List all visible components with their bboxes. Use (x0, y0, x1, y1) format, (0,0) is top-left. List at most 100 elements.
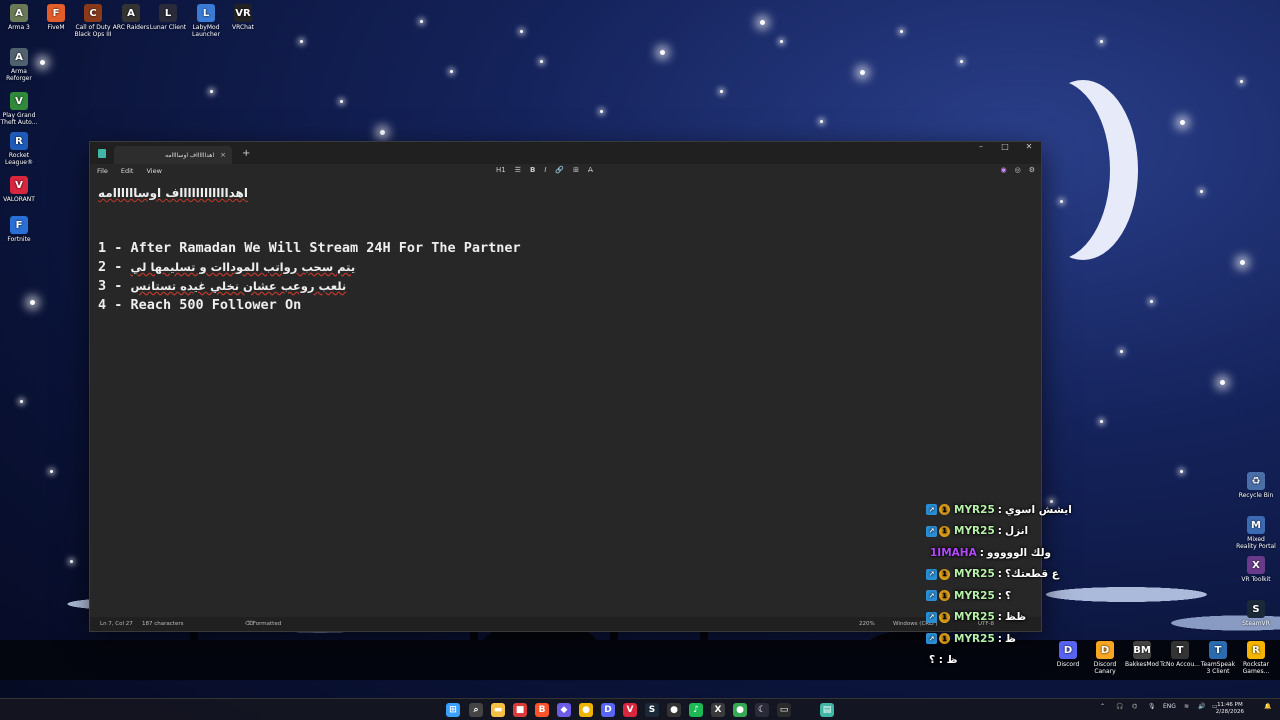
steam-icon[interactable]: S (645, 703, 659, 717)
close-button[interactable]: ✕ (1017, 142, 1041, 156)
chrome-icon[interactable]: ● (579, 703, 593, 717)
mosque-dome (200, 645, 270, 680)
document-tab[interactable]: اهدااااااف اوساااامه × (114, 146, 232, 164)
desktop-shortcut[interactable]: A Arma Reforger (0, 48, 39, 82)
desktop-shortcut[interactable]: R Rockstar Games... (1236, 641, 1276, 675)
star-decoration (720, 90, 723, 93)
desktop-shortcut[interactable]: M Mixed Reality Portal (1236, 516, 1276, 550)
chat-message: ظ : ؟ (926, 650, 1076, 672)
desktop-shortcut[interactable]: F Fortnite (0, 216, 39, 243)
desktop-shortcut[interactable]: BM BakkesMod (1122, 641, 1162, 668)
new-tab-button[interactable]: + (242, 148, 250, 159)
lunar-client-icon: L (159, 4, 177, 22)
tray-chevron-icon[interactable]: ⌃ (1100, 703, 1105, 710)
desktop-shortcut[interactable]: A Arma 3 (0, 4, 39, 31)
star-decoration (600, 110, 603, 113)
account-icon[interactable]: ◎ (1015, 166, 1021, 174)
editor-area[interactable]: اهدااااااااااااف اوساااااامه 1 - After R… (90, 178, 1041, 617)
line-text: After Ramadan We Will Stream 24H For The… (130, 240, 521, 256)
star-decoration (1200, 190, 1203, 193)
chrome-taskbar-icon[interactable]: ● (733, 703, 747, 717)
star-decoration (960, 60, 963, 63)
search-icon[interactable]: ⌕ (469, 703, 483, 717)
cod-icon: C (84, 4, 102, 22)
language-indicator[interactable]: ENG (1163, 703, 1176, 710)
copilot-icon[interactable]: ◉ (1001, 166, 1007, 174)
media-icon[interactable]: ■ (513, 703, 527, 717)
desktop-shortcut-label: Recycle Bin (1238, 492, 1274, 499)
maximize-button[interactable]: □ (993, 142, 1017, 156)
discord-taskbar-icon[interactable]: D (601, 703, 615, 717)
desktop-shortcut[interactable]: F FiveM (36, 4, 76, 31)
notepad-taskbar-icon[interactable]: ▤ (820, 703, 834, 717)
spotify-icon[interactable]: ♪ (689, 703, 703, 717)
notification-icon[interactable]: 🔔 (1264, 703, 1271, 710)
chat-text: ؟ (1004, 589, 1012, 602)
desktop-shortcut[interactable]: VR VRChat (223, 4, 263, 31)
mic-icon[interactable]: 🎙 (1148, 703, 1156, 710)
desktop-shortcut-label: Rocket League® (5, 152, 33, 166)
xbox-icon[interactable]: X (711, 703, 725, 717)
desktop-shortcut[interactable]: X VR Toolkit (1236, 556, 1276, 583)
desktop-shortcut[interactable]: A ARC Raiders (111, 4, 151, 31)
file-explorer-icon[interactable]: ▬ (491, 703, 505, 717)
headset-icon[interactable]: 🎧 (1116, 703, 1123, 710)
clear-format-icon[interactable]: A̶ (588, 166, 593, 174)
windows-start-icon[interactable]: ⊞ (446, 703, 460, 717)
star-decoration (1120, 350, 1123, 353)
desktop-shortcut[interactable]: T TeamSpeak 3 Client (1198, 641, 1238, 675)
terminal-icon[interactable]: ▭ (777, 703, 791, 717)
prime-badge-icon: ↗ (926, 504, 937, 516)
obs-icon[interactable]: ● (667, 703, 681, 717)
desktop-shortcut[interactable]: C Call of Duty Black Ops III (73, 4, 113, 38)
menu-view[interactable]: View (146, 167, 161, 175)
document-line: 4 - Reach 500 Follower On (98, 297, 301, 313)
menu-bar: File Edit View H1 ☰ B I 🔗 ⊞ A̶ ◉ ◎ ⚙ (90, 164, 1041, 178)
zoom-level[interactable]: 220% (859, 621, 875, 627)
title-bar[interactable]: اهدااااااف اوساااامه × + – □ ✕ (90, 142, 1041, 164)
status-bar: Ln 7, Col 27 187 characters ⌫ Formatted … (90, 617, 1041, 631)
minimize-button[interactable]: – (969, 142, 993, 156)
desktop-shortcut-label: SteamVR (1242, 620, 1270, 627)
app-icon[interactable]: ◆ (557, 703, 571, 717)
star-decoration (1150, 300, 1153, 303)
desktop-shortcut[interactable]: S SteamVR (1236, 600, 1276, 627)
clock[interactable]: 11:46 PM 2/28/2026 (1216, 702, 1244, 716)
desktop-shortcut[interactable]: D Discord Canary (1085, 641, 1125, 675)
wifi-icon[interactable]: ≋ (1184, 703, 1189, 710)
valorant-icon: V (10, 176, 28, 194)
link-icon[interactable]: 🔗 (555, 166, 564, 174)
desktop-shortcut-label: TeamSpeak 3 Client (1200, 661, 1236, 675)
list-icon[interactable]: ☰ (515, 166, 521, 174)
desktop-shortcut[interactable]: V VALORANT (0, 176, 39, 203)
format-indicator[interactable]: ⌫ Formatted (245, 621, 281, 627)
star-decoration (540, 60, 543, 63)
desktop-shortcut[interactable]: L Lunar Client (148, 4, 188, 31)
heading-dropdown[interactable]: H1 (496, 166, 506, 174)
chat-message: ↗ 1 MYR25 : ظظ (926, 607, 1076, 629)
desktop-shortcut[interactable]: T TcNo Accou... (1160, 641, 1200, 668)
volume-icon[interactable]: 🔊 (1198, 703, 1205, 710)
tab-close-icon[interactable]: × (220, 151, 226, 159)
desktop-shortcut[interactable]: R Rocket League® (0, 132, 39, 166)
desktop-shortcut-label: VALORANT (3, 196, 35, 203)
table-icon[interactable]: ⊞ (573, 166, 579, 174)
bold-button[interactable]: B (530, 166, 535, 174)
desktop-shortcut[interactable]: V Play Grand Theft Auto... (0, 92, 39, 126)
menu-edit[interactable]: Edit (121, 167, 134, 175)
lunar-taskbar-icon[interactable]: ☾ (755, 703, 769, 717)
settings-gear-icon[interactable]: ⚙ (1029, 166, 1035, 174)
brave-icon[interactable]: B (535, 703, 549, 717)
valorant-taskbar-icon[interactable]: V (623, 703, 637, 717)
network-icon[interactable]: ⌬ (1132, 703, 1137, 710)
desktop-shortcut[interactable]: L LabyMod Launcher (186, 4, 226, 38)
stream-chat-overlay: ↗ 1 MYR25 : ايشش اسوي ↗ 1 MYR25 : انزل 1IMAHA … (926, 499, 1076, 671)
chat-text: ظظ (1004, 611, 1027, 624)
desktop-shortcut[interactable]: ♻ Recycle Bin (1236, 472, 1276, 499)
arma3-icon: A (10, 4, 28, 22)
italic-button[interactable]: I (544, 166, 546, 174)
sub-badge-icon: 1 (939, 611, 950, 623)
menu-file[interactable]: File (97, 167, 108, 175)
rockstar-icon: R (1247, 641, 1265, 659)
fortnite-icon: F (10, 216, 28, 234)
